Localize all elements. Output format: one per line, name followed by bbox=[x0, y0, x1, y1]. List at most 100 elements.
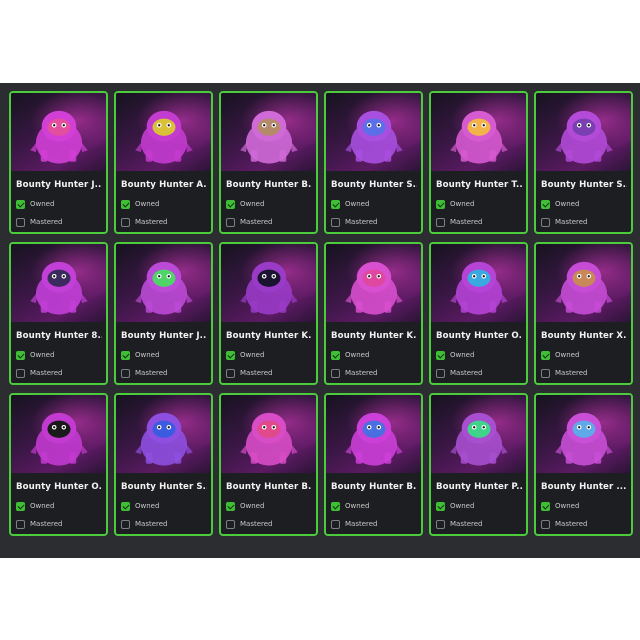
mastered-toggle[interactable]: Mastered bbox=[436, 368, 483, 379]
character-portrait bbox=[116, 395, 211, 473]
mastered-checkbox[interactable] bbox=[226, 520, 235, 529]
owned-toggle[interactable]: Owned bbox=[226, 350, 264, 361]
owned-toggle[interactable]: Owned bbox=[541, 350, 579, 361]
character-card[interactable]: Bounty Hunter B... Owned Mastered bbox=[219, 91, 318, 234]
mastered-toggle[interactable]: Mastered bbox=[331, 217, 378, 228]
owned-toggle[interactable]: Owned bbox=[226, 199, 264, 210]
owned-toggle[interactable]: Owned bbox=[436, 350, 474, 361]
mastered-checkbox[interactable] bbox=[331, 520, 340, 529]
mastered-checkbox[interactable] bbox=[16, 520, 25, 529]
owned-toggle[interactable]: Owned bbox=[16, 199, 54, 210]
owned-checkbox[interactable] bbox=[16, 351, 25, 360]
mastered-checkbox[interactable] bbox=[226, 218, 235, 227]
owned-toggle[interactable]: Owned bbox=[121, 501, 159, 512]
mastered-toggle[interactable]: Mastered bbox=[121, 368, 168, 379]
mastered-checkbox[interactable] bbox=[541, 218, 550, 227]
mastered-toggle[interactable]: Mastered bbox=[436, 217, 483, 228]
character-card[interactable]: Bounty Hunter S... Owned Mastered bbox=[534, 91, 633, 234]
character-card[interactable]: Bounty Hunter S... Owned Mastered bbox=[114, 393, 213, 536]
mastered-toggle[interactable]: Mastered bbox=[121, 217, 168, 228]
mastered-checkbox[interactable] bbox=[541, 369, 550, 378]
owned-toggle[interactable]: Owned bbox=[16, 350, 54, 361]
owned-checkbox[interactable] bbox=[226, 351, 235, 360]
character-card[interactable]: Bounty Hunter S... Owned Mastered bbox=[324, 91, 423, 234]
mastered-toggle[interactable]: Mastered bbox=[16, 217, 63, 228]
mastered-checkbox[interactable] bbox=[16, 369, 25, 378]
character-card[interactable]: Bounty Hunter K... Owned Mastered bbox=[324, 242, 423, 385]
mastered-label: Mastered bbox=[555, 369, 588, 377]
character-name: Bounty Hunter K... bbox=[331, 331, 417, 341]
character-card[interactable]: Bounty Hunter K... Owned Mastered bbox=[219, 242, 318, 385]
mastered-toggle[interactable]: Mastered bbox=[226, 519, 273, 530]
owned-toggle[interactable]: Owned bbox=[436, 199, 474, 210]
owned-checkbox[interactable] bbox=[436, 351, 445, 360]
owned-checkbox[interactable] bbox=[121, 200, 130, 209]
mastered-checkbox[interactable] bbox=[331, 218, 340, 227]
character-figure bbox=[240, 412, 298, 466]
mastered-toggle[interactable]: Mastered bbox=[541, 217, 588, 228]
owned-toggle[interactable]: Owned bbox=[121, 350, 159, 361]
mastered-checkbox[interactable] bbox=[436, 369, 445, 378]
owned-checkbox[interactable] bbox=[436, 502, 445, 511]
owned-toggle[interactable]: Owned bbox=[226, 501, 264, 512]
character-portrait bbox=[221, 93, 316, 171]
character-card[interactable]: Bounty Hunter O... Owned Mastered bbox=[9, 393, 108, 536]
character-card[interactable]: Bounty Hunter X... Owned Mastered bbox=[534, 242, 633, 385]
owned-toggle[interactable]: Owned bbox=[541, 199, 579, 210]
mastered-checkbox[interactable] bbox=[436, 520, 445, 529]
character-card[interactable]: Bounty Hunter O... Owned Mastered bbox=[429, 242, 528, 385]
mastered-checkbox[interactable] bbox=[331, 369, 340, 378]
owned-toggle[interactable]: Owned bbox=[436, 501, 474, 512]
owned-toggle[interactable]: Owned bbox=[331, 199, 369, 210]
character-card[interactable]: Bounty Hunter ... Owned Mastered bbox=[534, 393, 633, 536]
mastered-toggle[interactable]: Mastered bbox=[226, 368, 273, 379]
owned-toggle[interactable]: Owned bbox=[331, 350, 369, 361]
mastered-toggle[interactable]: Mastered bbox=[541, 519, 588, 530]
mastered-toggle[interactable]: Mastered bbox=[226, 217, 273, 228]
mastered-toggle[interactable]: Mastered bbox=[121, 519, 168, 530]
owned-toggle[interactable]: Owned bbox=[16, 501, 54, 512]
mastered-checkbox[interactable] bbox=[121, 369, 130, 378]
owned-checkbox[interactable] bbox=[541, 351, 550, 360]
mastered-toggle[interactable]: Mastered bbox=[436, 519, 483, 530]
mastered-toggle[interactable]: Mastered bbox=[331, 368, 378, 379]
character-card[interactable]: Bounty Hunter P... Owned Mastered bbox=[429, 393, 528, 536]
owned-checkbox[interactable] bbox=[226, 200, 235, 209]
owned-checkbox[interactable] bbox=[331, 200, 340, 209]
character-card[interactable]: Bounty Hunter B... Owned Mastered bbox=[219, 393, 318, 536]
mastered-checkbox[interactable] bbox=[121, 520, 130, 529]
mastered-toggle[interactable]: Mastered bbox=[16, 368, 63, 379]
character-figure bbox=[555, 110, 613, 164]
owned-toggle[interactable]: Owned bbox=[121, 199, 159, 210]
mastered-checkbox[interactable] bbox=[541, 520, 550, 529]
character-card[interactable]: Bounty Hunter J... Owned Mastered bbox=[114, 242, 213, 385]
character-card[interactable]: Bounty Hunter 8... Owned Mastered bbox=[9, 242, 108, 385]
owned-checkbox[interactable] bbox=[226, 502, 235, 511]
character-figure bbox=[240, 261, 298, 315]
character-name: Bounty Hunter P... bbox=[436, 482, 522, 492]
owned-checkbox[interactable] bbox=[331, 351, 340, 360]
mastered-toggle[interactable]: Mastered bbox=[331, 519, 378, 530]
owned-checkbox[interactable] bbox=[541, 502, 550, 511]
character-card[interactable]: Bounty Hunter T... Owned Mastered bbox=[429, 91, 528, 234]
owned-checkbox[interactable] bbox=[16, 200, 25, 209]
mastered-checkbox[interactable] bbox=[121, 218, 130, 227]
character-card[interactable]: Bounty Hunter A... Owned Mastered bbox=[114, 91, 213, 234]
owned-label: Owned bbox=[450, 351, 475, 359]
owned-checkbox[interactable] bbox=[331, 502, 340, 511]
owned-checkbox[interactable] bbox=[16, 502, 25, 511]
mastered-checkbox[interactable] bbox=[436, 218, 445, 227]
character-name: Bounty Hunter K... bbox=[226, 331, 312, 341]
owned-checkbox[interactable] bbox=[121, 351, 130, 360]
mastered-checkbox[interactable] bbox=[226, 369, 235, 378]
mastered-toggle[interactable]: Mastered bbox=[541, 368, 588, 379]
owned-checkbox[interactable] bbox=[436, 200, 445, 209]
mastered-toggle[interactable]: Mastered bbox=[16, 519, 63, 530]
character-card[interactable]: Bounty Hunter B... Owned Mastered bbox=[324, 393, 423, 536]
owned-toggle[interactable]: Owned bbox=[331, 501, 369, 512]
mastered-checkbox[interactable] bbox=[16, 218, 25, 227]
owned-toggle[interactable]: Owned bbox=[541, 501, 579, 512]
character-card[interactable]: Bounty Hunter J... Owned Mastered bbox=[9, 91, 108, 234]
owned-checkbox[interactable] bbox=[121, 502, 130, 511]
owned-checkbox[interactable] bbox=[541, 200, 550, 209]
